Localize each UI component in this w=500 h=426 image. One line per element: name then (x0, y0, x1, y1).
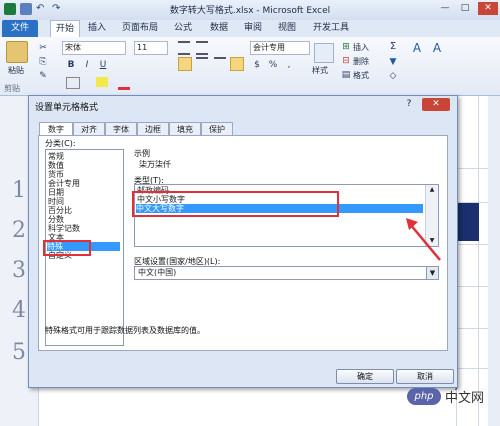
format-label[interactable]: 格式 (353, 70, 369, 81)
format-cells-dialog: 设置单元格格式 ? ✕ 数字 对齐 字体 边框 填充 保护 分类(C): 常规 … (28, 95, 458, 388)
ribbon-tabs: 文件 开始 插入 页面布局 公式 数据 审阅 视图 开发工具 (0, 20, 500, 38)
ok-button[interactable]: 确定 (336, 369, 394, 384)
tab-page-layout[interactable]: 页面布局 (116, 20, 164, 37)
category-label: 分类(C): (45, 139, 76, 148)
format-painter-icon[interactable]: ✎ (38, 71, 48, 81)
cancel-button[interactable]: 取消 (396, 369, 454, 384)
font-color-icon[interactable] (118, 77, 130, 90)
locale-select[interactable]: 中文(中国) ▼ (134, 266, 439, 280)
tab-formulas[interactable]: 公式 (170, 20, 196, 37)
font-size-select[interactable]: 11 (134, 41, 168, 55)
format-cells-icon[interactable]: ▤ (341, 70, 351, 80)
list-item[interactable]: 分数 (48, 215, 64, 224)
sample-label: 示例 (134, 149, 150, 158)
paste-icon[interactable] (6, 41, 28, 63)
dialog-title: 设置单元格格式 (35, 103, 99, 113)
sample-value: 柒万柒仟 (139, 160, 171, 169)
align-right-icon[interactable] (214, 57, 226, 71)
list-item[interactable]: 常规 (48, 152, 64, 161)
type-highlight-box (132, 191, 339, 217)
comma-button[interactable]: , (284, 60, 294, 70)
tab-alignment[interactable]: 对齐 (73, 122, 105, 136)
tab-home[interactable]: 开始 (50, 20, 80, 38)
dialog-close-button[interactable]: ✕ (422, 98, 450, 111)
align-top-icon[interactable] (178, 41, 190, 55)
title-bar: ↶ ↷ 数字转大写格式.xlsx - Microsoft Excel — □ ✕ (0, 0, 500, 20)
number-format-select[interactable]: 会计专用 (250, 41, 310, 55)
locale-value: 中文(中国) (138, 268, 177, 277)
ribbon: 粘贴 剪贴 ✂ ⎘ ✎ 宋体 11 B I U 会计专用 $ % , 样式 ⊞ … (0, 37, 500, 96)
tab-insert[interactable]: 插入 (84, 20, 110, 37)
align-middle-icon[interactable] (196, 41, 208, 55)
merge-center-icon[interactable] (230, 57, 244, 71)
tab-data[interactable]: 数据 (206, 20, 232, 37)
fill-color-icon[interactable] (96, 77, 108, 87)
list-item[interactable]: 数值 (48, 161, 64, 170)
currency-button[interactable]: $ (252, 60, 262, 70)
bold-button[interactable]: B (66, 60, 76, 70)
watermark: php 中文网 (407, 385, 495, 407)
col-gridline (478, 96, 479, 426)
align-left-icon[interactable] (178, 57, 192, 71)
styles-icon[interactable] (314, 43, 334, 63)
list-item[interactable]: 科学记数 (48, 224, 80, 233)
tab-review[interactable]: 审阅 (240, 20, 266, 37)
clipboard-group-label: 剪贴 (4, 84, 20, 93)
tab-font[interactable]: 字体 (105, 122, 137, 136)
list-item[interactable]: 货币 (48, 170, 64, 179)
category-highlight-box (43, 240, 91, 256)
sort-filter-icon[interactable]: A (412, 42, 422, 54)
scroll-up-icon[interactable]: ▲ (427, 186, 437, 193)
border-icon[interactable] (66, 77, 80, 89)
help-button[interactable]: ? (401, 98, 417, 111)
cut-icon[interactable]: ✂ (38, 43, 48, 53)
tab-developer[interactable]: 开发工具 (308, 20, 354, 37)
number-tab-panel: 分类(C): 常规 数值 货币 会计专用 日期 时间 百分比 分数 科学记数 文… (38, 135, 448, 351)
list-item[interactable]: 会计专用 (48, 179, 80, 188)
copy-icon[interactable]: ⎘ (38, 57, 48, 67)
tab-fill[interactable]: 填充 (169, 122, 201, 136)
minimize-button[interactable]: — (438, 2, 452, 15)
insert-cells-icon[interactable]: ⊞ (341, 42, 351, 52)
list-item[interactable]: 百分比 (48, 206, 72, 215)
tab-border[interactable]: 边框 (137, 122, 169, 136)
style-label[interactable]: 样式 (312, 65, 328, 76)
paste-label[interactable]: 粘贴 (8, 65, 24, 76)
tab-protection[interactable]: 保护 (201, 122, 233, 136)
window-title: 数字转大写格式.xlsx - Microsoft Excel (169, 6, 331, 16)
tab-view[interactable]: 视图 (274, 20, 300, 37)
autosum-icon[interactable]: Σ (388, 42, 398, 52)
fill-icon[interactable]: ▼ (388, 57, 398, 67)
underline-button[interactable]: U (98, 60, 108, 70)
close-button[interactable]: ✕ (478, 2, 498, 15)
maximize-button[interactable]: □ (458, 2, 472, 15)
format-description: 特殊格式可用于跟踪数据列表及数据库的值。 (45, 326, 205, 335)
clear-icon[interactable]: ◇ (388, 71, 398, 81)
font-name-select[interactable]: 宋体 (62, 41, 126, 55)
italic-button[interactable]: I (82, 60, 92, 70)
find-select-icon[interactable]: A (432, 42, 442, 54)
insert-label[interactable]: 插入 (353, 42, 369, 53)
annotation-arrow (406, 218, 441, 261)
vertical-scrollbar[interactable] (488, 96, 500, 426)
delete-label[interactable]: 删除 (353, 56, 369, 67)
align-center-icon[interactable] (196, 57, 208, 71)
list-item[interactable]: 时间 (48, 197, 64, 206)
php-logo: php (407, 388, 441, 405)
percent-button[interactable]: % (268, 60, 278, 70)
list-item[interactable]: 日期 (48, 188, 64, 197)
tab-file[interactable]: 文件 (2, 20, 38, 37)
watermark-text: 中文网 (445, 391, 485, 406)
delete-cells-icon[interactable]: ⊟ (341, 56, 351, 66)
